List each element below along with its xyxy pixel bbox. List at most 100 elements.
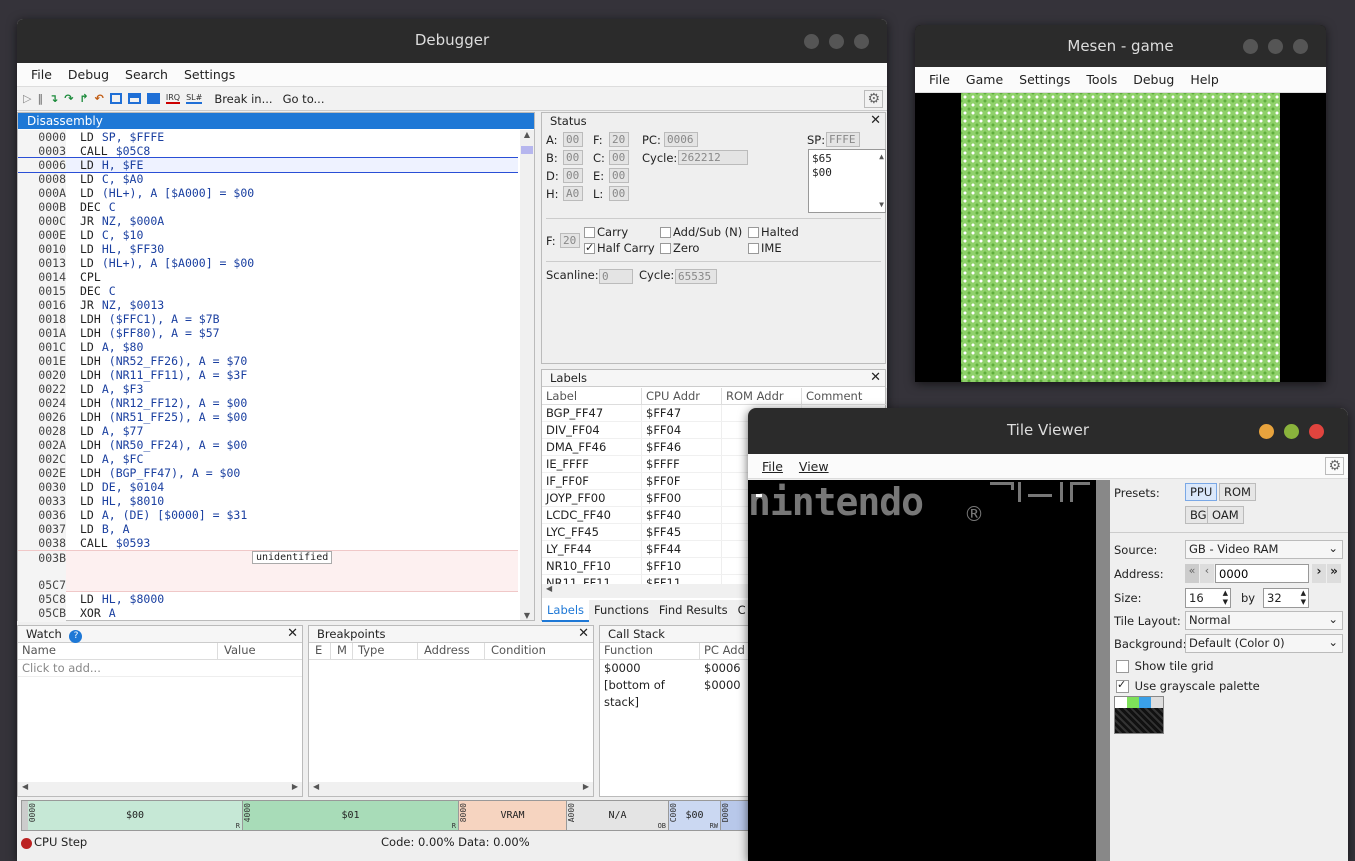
run-scanline-icon[interactable] [127,93,141,104]
scanline-break-icon[interactable]: SL# [186,93,203,104]
disasm-line[interactable]: 001C LD A, $80 [18,340,518,354]
goto-button[interactable]: Go to... [283,92,325,106]
disasm-line[interactable]: 002E LDH (BGP_FF47), A = $00 [18,466,518,480]
reg-d[interactable]: 00 [563,168,583,183]
continue-icon[interactable]: ▷ [23,92,31,105]
flag-zero[interactable]: Zero [660,241,699,255]
menu-file[interactable]: File [754,459,791,474]
disassembly-code[interactable]: 0000 LD SP, $FFFE 0003 CALL $05C8 0006 LD H, $FE… [18,130,518,622]
maximize-button[interactable] [1284,424,1299,439]
flag-halfcarry[interactable]: Half Carry [584,241,655,255]
disasm-line[interactable]: 0014 CPL [18,270,518,284]
reg-c[interactable]: 00 [609,150,629,165]
tile-canvas-scrollbar[interactable] [1096,480,1110,861]
menu-search[interactable]: Search [117,67,176,82]
pause-icon[interactable]: ‖ [37,92,43,105]
disasm-line[interactable]: 000A LD (HL+), A [$A000] = $00 [18,186,518,200]
scanline-field[interactable]: 0 [599,269,633,284]
menu-game[interactable]: Game [958,72,1011,87]
game-titlebar[interactable]: Mesen - game [915,25,1326,67]
disasm-line[interactable]: 0024 LDH (NR12_FF12), A = $00 [18,396,518,410]
reg-sp[interactable]: FFFE [826,132,860,147]
cycle-field[interactable]: 262212 [678,150,748,165]
minimize-button[interactable] [1243,39,1258,54]
disasm-line[interactable]: 002A LDH (NR50_FF24), A = $00 [18,438,518,452]
tileviewer-titlebar[interactable]: Tile Viewer [748,408,1348,454]
step-out-icon[interactable]: ↱ [79,92,88,105]
disasm-line[interactable]: 0016 JR NZ, $0013 [18,298,518,312]
disasm-line[interactable]: 0000 LD SP, $FFFE [18,130,518,144]
disasm-line[interactable]: 0022 LD A, $F3 [18,382,518,396]
disasm-line[interactable]: 0033 LD HL, $8010 [18,494,518,508]
close-icon[interactable]: ✕ [870,370,881,386]
gear-icon[interactable]: ⚙ [864,89,883,108]
column-header[interactable]: ROM Addr [722,388,802,404]
disasm-line[interactable]: 05CB XOR A [18,606,518,620]
menu-view[interactable]: View [791,459,837,474]
address-input[interactable] [1215,564,1309,583]
stack-view[interactable]: $65 $00 ▲ ▼ [808,149,886,213]
close-icon[interactable]: ✕ [287,626,298,642]
tab-find-results[interactable]: Find Results [654,600,733,622]
preset-oam-button[interactable]: OAM [1207,506,1244,524]
game-screen[interactable] [961,93,1280,382]
disasm-line[interactable]: 0015 DEC C [18,284,518,298]
disasm-line[interactable]: 001A LDH ($FF80), A = $57 [18,326,518,340]
unidentified-block[interactable]: 003B unidentified 05C7 [18,550,518,592]
tab-functions[interactable]: Functions [589,600,654,622]
memory-segment[interactable]: 0000 $00 R [28,801,243,830]
memory-segment[interactable]: 8000 VRAM [459,801,567,830]
maximize-button[interactable] [829,34,844,49]
tab-labels[interactable]: Labels [542,600,590,622]
column-header[interactable]: Label [542,388,642,404]
disasm-line[interactable]: 0010 LD HL, $FF30 [18,242,518,256]
disasm-line[interactable]: 000B DEC C [18,200,518,214]
close-icon[interactable]: ✕ [578,626,589,642]
preset-rom-button[interactable]: ROM [1219,483,1256,501]
menu-file[interactable]: File [23,67,60,82]
reg-a[interactable]: 00 [563,132,583,147]
flags-field[interactable]: 20 [560,233,580,248]
reg-h[interactable]: A0 [563,186,583,201]
source-select[interactable]: GB - Video RAM ⌄ [1185,540,1343,559]
flag-carry[interactable]: Carry [584,225,628,239]
step-over-icon[interactable]: ↷ [64,92,73,105]
ppu-cycle-field[interactable]: 65535 [675,269,717,284]
run-frame-icon[interactable] [109,93,122,104]
grayscale-checkbox[interactable]: Use grayscale palette [1116,678,1260,693]
menu-debug[interactable]: Debug [1125,72,1182,87]
reg-pc[interactable]: 0006 [664,132,698,147]
flag-halted[interactable]: Halted [748,225,799,239]
disassembly-scrollbar[interactable]: ▲ ▼ [520,130,534,620]
column-header[interactable]: CPU Addr [642,388,722,404]
close-button[interactable] [1309,424,1324,439]
gear-icon[interactable]: ⚙ [1325,457,1344,475]
size-height-stepper[interactable]: 32 ▲ ▼ [1263,588,1309,608]
reg-b[interactable]: 00 [563,150,583,165]
address-prev-button[interactable]: ‹ [1200,564,1214,583]
memory-segment[interactable]: D000 [721,801,751,830]
minimize-button[interactable] [804,34,819,49]
step-into-icon[interactable]: ↴ [49,92,58,105]
disasm-line[interactable]: 0038 CALL $0593 [18,536,518,550]
maximize-button[interactable] [1268,39,1283,54]
disasm-line[interactable]: 000E LD C, $10 [18,228,518,242]
disasm-line[interactable]: 0026 LDH (NR51_FF25), A = $00 [18,410,518,424]
disasm-line[interactable]: 0003 CALL $05C8 [18,144,518,158]
flag-addsub[interactable]: Add/Sub (N) [660,225,742,239]
irq-icon[interactable]: IRQ [165,93,181,104]
disasm-line[interactable]: 0008 LD C, $A0 [18,172,518,186]
break-in-button[interactable]: Break in... [214,92,272,106]
scroll-thumb[interactable] [521,146,533,154]
menu-help[interactable]: Help [1182,72,1227,87]
debugger-titlebar[interactable]: Debugger [17,19,887,63]
minimize-button[interactable] [1259,424,1274,439]
disasm-line[interactable]: 0013 LD (HL+), A [$A000] = $00 [18,256,518,270]
disasm-line[interactable]: 0006 LD H, $FE [18,157,518,173]
menu-tools[interactable]: Tools [1078,72,1125,87]
help-icon[interactable]: ? [69,630,83,643]
reg-l[interactable]: 00 [609,186,629,201]
reg-e[interactable]: 00 [609,168,629,183]
column-header[interactable]: Comment [802,388,887,404]
close-button[interactable] [1293,39,1308,54]
